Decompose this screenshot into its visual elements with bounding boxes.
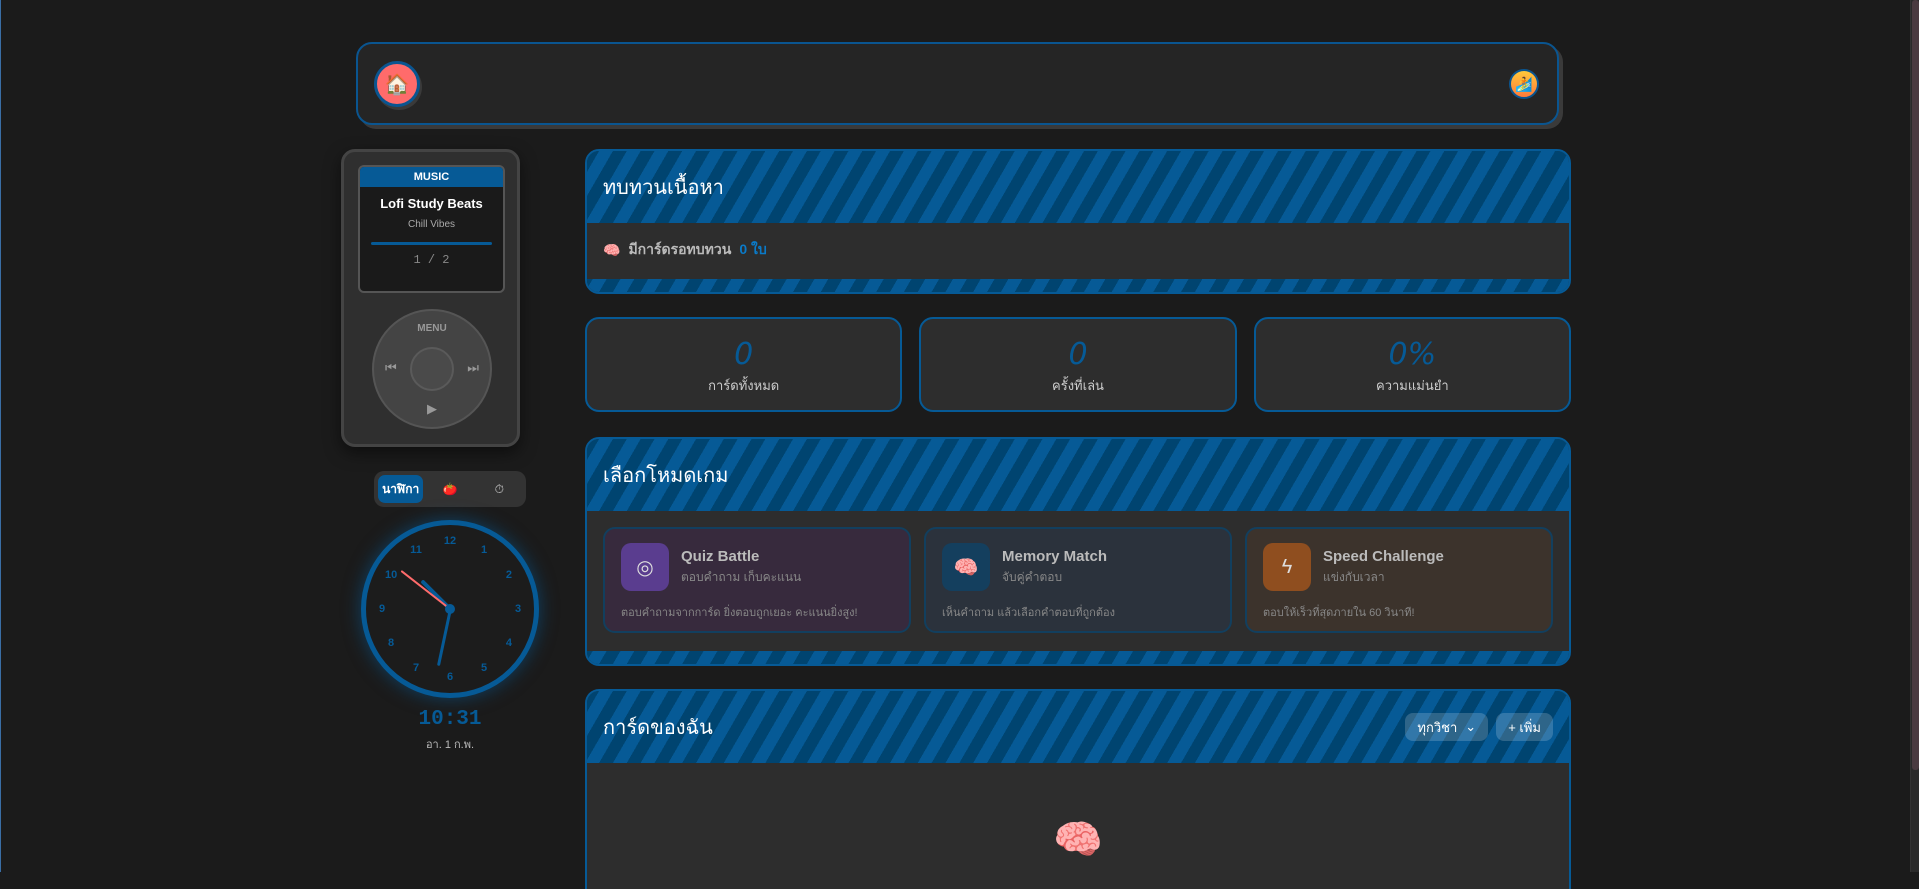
- clock-number: 8: [388, 637, 395, 649]
- clock-number: 5: [480, 661, 488, 674]
- target-icon: ◎: [621, 543, 669, 591]
- widget-toggle: นาฬิกา 🍅 ⏱: [374, 471, 526, 507]
- track-progress: [371, 242, 492, 245]
- mode-subtitle: ตอบคำถาม เก็บคะแนน: [681, 569, 802, 584]
- minute-hand: [436, 608, 452, 667]
- mode-name: Memory Match: [1002, 547, 1108, 565]
- scrollbar-thumb[interactable]: [1912, 0, 1919, 770]
- stat-label: ความแม่นยำ: [1376, 378, 1449, 393]
- stats-row: 0 การ์ดทั้งหมด 0 ครั้งที่เล่น 0% ความแม่นยำ: [585, 317, 1571, 412]
- filter-label: ทุกวิชา: [1417, 719, 1458, 735]
- play-icon[interactable]: ▶: [427, 401, 437, 417]
- panel-footer-stripes: [587, 279, 1569, 292]
- stat-label: การ์ดทั้งหมด: [708, 378, 780, 393]
- avatar-icon: 🏄: [1515, 75, 1533, 92]
- mode-speed-challenge[interactable]: ϟ Speed Challenge แข่งกับเวลา ตอบให้เร็วท…: [1245, 527, 1553, 633]
- music-player: MUSIC Lofi Study Beats Chill Vibes 1 / 2…: [341, 149, 520, 447]
- clock-number: 11: [410, 544, 422, 557]
- mode-description: ตอบคำถามจากการ์ด ยิ่งตอบถูกเยอะ คะแนนยิ่…: [621, 607, 858, 619]
- add-card-button[interactable]: + เพิ่ม: [1496, 713, 1553, 741]
- track-title: Lofi Study Beats: [380, 196, 483, 211]
- clock-center: [445, 604, 455, 614]
- clock-number: 6: [446, 671, 454, 683]
- review-panel: ทบทวนเนื้อหา 🧠 มีการ์ดรอทบทวน 0 ใบ: [585, 149, 1571, 294]
- mode-quiz-battle[interactable]: ◎ Quiz Battle ตอบคำถาม เก็บคะแนน ตอบคำถาม…: [603, 527, 911, 633]
- clock-date: อา. 1 ก.พ.: [425, 739, 475, 751]
- home-button[interactable]: 🏠: [374, 61, 420, 107]
- brain-icon: 🧠: [603, 241, 621, 258]
- mode-memory-match[interactable]: 🧠 Memory Match จับคู่คำตอบ เห็นคำถาม แล้ว…: [924, 527, 1232, 633]
- panel-footer-stripes: [587, 651, 1569, 664]
- mode-name: Speed Challenge: [1323, 547, 1444, 565]
- home-icon: 🏠: [384, 73, 410, 96]
- clock-number: 2: [505, 569, 512, 581]
- mode-name: Quiz Battle: [681, 547, 760, 565]
- review-count: 0 ใบ: [739, 241, 767, 257]
- game-modes-title: เลือกโหมดเกม: [603, 465, 729, 487]
- game-modes-panel: เลือกโหมดเกม ◎ Quiz Battle ตอบคำถาม เก็บค…: [585, 437, 1571, 666]
- clock-number: 3: [514, 603, 522, 615]
- lightning-icon: ϟ: [1263, 543, 1311, 591]
- clock-tab[interactable]: นาฬิกา: [378, 475, 424, 503]
- my-cards-panel: การ์ดของฉัน ทุกวิชา ⌄ + เพิ่ม 🧠: [585, 689, 1571, 889]
- next-icon[interactable]: ⏭: [467, 360, 479, 376]
- stat-value: 0: [734, 337, 754, 372]
- mode-subtitle: แข่งกับเวลา: [1323, 569, 1385, 584]
- clock-number: 10: [384, 569, 398, 581]
- stat-value: 0%: [1388, 337, 1437, 372]
- second-hand: [400, 570, 451, 610]
- review-title: ทบทวนเนื้อหา: [603, 177, 724, 199]
- center-button[interactable]: [410, 347, 454, 391]
- analog-clock: 12 1 2 3 4 5 6 7 8 9 10 11: [361, 520, 539, 698]
- review-text: มีการ์ดรอทบทวน: [628, 241, 732, 257]
- chevron-down-icon: ⌄: [1465, 719, 1477, 734]
- mode-subtitle: จับคู่คำตอบ: [1002, 569, 1063, 584]
- mode-description: เห็นคำถาม แล้วเลือกคำตอบที่ถูกต้อง: [942, 607, 1115, 619]
- user-avatar[interactable]: 🏄: [1509, 69, 1539, 99]
- brain-icon: 🧠: [1053, 818, 1103, 862]
- stat-accuracy: 0% ความแม่นยำ: [1253, 317, 1571, 412]
- stat-plays: 0 ครั้งที่เล่น: [919, 317, 1237, 412]
- brain-icon: 🧠: [942, 543, 990, 591]
- pomodoro-tab[interactable]: 🍅: [427, 475, 472, 503]
- clock-number: 9: [378, 603, 386, 615]
- music-screen: MUSIC Lofi Study Beats Chill Vibes 1 / 2: [358, 165, 505, 293]
- clock-number: 7: [412, 661, 420, 674]
- stat-value: 0: [1068, 337, 1088, 372]
- clock-number: 4: [505, 637, 512, 649]
- previous-icon[interactable]: ⏮: [385, 360, 397, 376]
- click-wheel[interactable]: MENU ⏮ ⏭ ▶: [372, 309, 492, 429]
- top-bar: 🏠 🏄: [356, 42, 1559, 125]
- menu-button[interactable]: MENU: [374, 323, 490, 334]
- stopwatch-tab[interactable]: ⏱: [477, 475, 522, 503]
- stat-total-cards: 0 การ์ดทั้งหมด: [585, 317, 903, 412]
- stat-label: ครั้งที่เล่น: [1052, 378, 1104, 393]
- track-counter: 1 / 2: [413, 253, 450, 267]
- subject-filter-dropdown[interactable]: ทุกวิชา ⌄: [1405, 713, 1489, 741]
- my-cards-title: การ์ดของฉัน: [603, 717, 713, 739]
- clock-number: 1: [480, 544, 488, 557]
- track-artist: Chill Vibes: [407, 219, 456, 230]
- music-label: MUSIC: [360, 167, 503, 187]
- digital-time: 10:31: [418, 708, 482, 731]
- page-scrollbar[interactable]: [1910, 0, 1919, 872]
- clock-number: 12: [443, 535, 457, 547]
- mode-description: ตอบให้เร็วที่สุดภายใน 60 วินาที!: [1263, 607, 1415, 619]
